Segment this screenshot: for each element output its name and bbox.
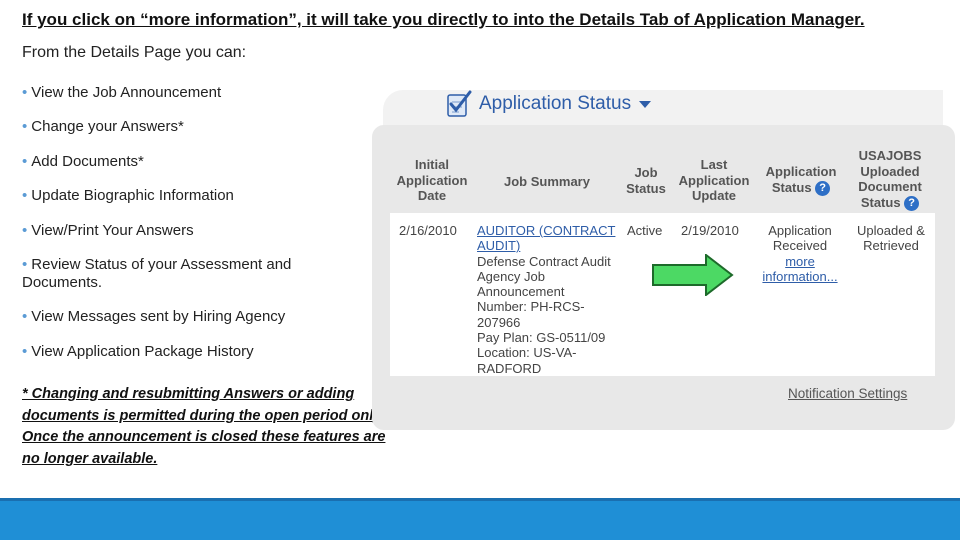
list-item: • Add Documents* <box>22 153 144 170</box>
header-job-summary: Job Summary <box>504 174 590 189</box>
list-item: • Change your Answers* <box>22 118 184 135</box>
list-item: • View the Job Announcement <box>22 84 222 101</box>
list-item: • Update Biographic Information <box>22 187 234 204</box>
header-initial-date: Initial Application Date <box>396 157 468 203</box>
document-status-value: Uploaded & Retrieved <box>857 223 925 254</box>
list-item: • View Application Package History <box>22 343 254 360</box>
header-application-status: Application Status ? <box>765 164 837 196</box>
list-item: • View Messages sent by Hiring Agency <box>22 308 286 325</box>
help-icon[interactable]: ? <box>815 180 831 196</box>
footer-bar <box>0 498 960 540</box>
checklist-icon <box>447 90 472 117</box>
job-summary-cell: AUDITOR (CONTRACT AUDIT) Defense Contrac… <box>477 223 623 376</box>
header-usajobs-document-status: USAJOBS Uploaded Document Status ? <box>858 148 922 211</box>
more-information-link[interactable]: more information... <box>756 254 844 285</box>
slide-subtitle: From the Details Page you can: <box>22 44 247 61</box>
panel-title: Application Status <box>479 93 632 114</box>
notification-settings-link[interactable]: Notification Settings <box>788 386 907 401</box>
slide-title: If you click on “more information”, it w… <box>22 10 865 29</box>
chevron-down-icon[interactable] <box>639 100 652 108</box>
job-status-value: Active <box>627 223 663 238</box>
header-job-status: Job Status <box>626 165 666 196</box>
list-item: • View/Print Your Answers <box>22 222 194 239</box>
initial-date-value: 2/16/2010 <box>399 223 457 238</box>
right-arrow-icon <box>652 254 734 296</box>
footer-divider <box>0 498 960 501</box>
application-status-menu[interactable]: Application Status <box>443 86 652 122</box>
disclaimer-note: * Changing and resubmitting Answers or a… <box>22 386 386 467</box>
application-status-value: Application Received more information... <box>756 223 844 284</box>
help-icon[interactable]: ? <box>904 195 920 211</box>
list-item: • Review Status of your Assessment and Do… <box>22 256 292 291</box>
job-title-link[interactable]: AUDITOR (CONTRACT AUDIT) <box>477 223 623 254</box>
last-update-value: 2/19/2010 <box>681 223 739 238</box>
header-last-update: Last Application Update <box>678 157 750 203</box>
